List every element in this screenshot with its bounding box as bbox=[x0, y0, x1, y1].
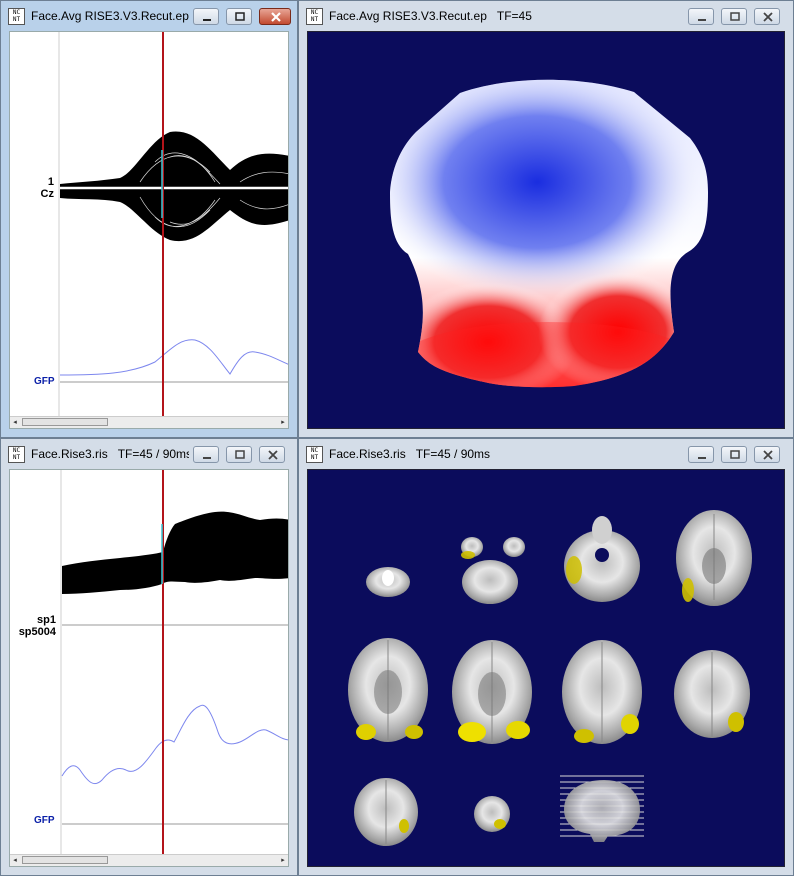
sagittal-slice bbox=[560, 775, 644, 842]
brain-slice-1 bbox=[366, 567, 410, 597]
window-title: Face.Rise3.risTF=45 / 90ms... bbox=[31, 447, 189, 461]
app-icon[interactable]: NC NT bbox=[8, 8, 25, 25]
window-title: Face.Avg RISE3.V3.Recut.ep TF=45 bbox=[329, 9, 532, 23]
minimize-icon bbox=[203, 457, 211, 459]
horizontal-scrollbar[interactable]: ◂ ▸ bbox=[10, 416, 288, 428]
maximize-icon bbox=[730, 12, 740, 21]
scalp-map-view[interactable] bbox=[307, 31, 785, 429]
close-icon bbox=[271, 12, 281, 22]
close-button[interactable] bbox=[259, 8, 291, 25]
close-icon bbox=[763, 450, 773, 460]
maximize-icon bbox=[235, 12, 245, 21]
scrollbar-thumb[interactable] bbox=[22, 856, 108, 864]
maximize-icon bbox=[235, 450, 245, 459]
title-bar[interactable]: NC NT Face.Rise3.ris TF=45 / 90ms bbox=[299, 439, 793, 467]
gfp-label: GFP bbox=[34, 376, 55, 387]
minimize-icon bbox=[698, 457, 706, 459]
brain-slices-window[interactable]: NC NT Face.Rise3.ris TF=45 / 90ms bbox=[298, 438, 794, 876]
minimize-button[interactable] bbox=[193, 8, 219, 25]
title-bar[interactable]: NCNT Face.Rise3.risTF=45 / 90ms... bbox=[1, 439, 297, 467]
track-label-1: sp1 bbox=[37, 614, 56, 626]
brain-slice-3 bbox=[564, 516, 640, 602]
horizontal-scrollbar[interactable]: ◂ ▸ bbox=[10, 854, 288, 866]
close-button[interactable] bbox=[754, 8, 780, 25]
tracks-plot[interactable] bbox=[10, 32, 289, 429]
window-title: Face.Rise3.ris TF=45 / 90ms bbox=[329, 447, 491, 461]
brain-slices-view[interactable] bbox=[307, 469, 785, 867]
close-icon bbox=[268, 450, 278, 460]
gfp-label: GFP bbox=[34, 815, 55, 826]
brain-slice-6 bbox=[452, 640, 532, 744]
close-button[interactable] bbox=[754, 446, 780, 463]
close-icon bbox=[763, 12, 773, 22]
scroll-right-icon[interactable]: ▸ bbox=[278, 856, 288, 865]
ris-tracks-window[interactable]: NCNT Face.Rise3.risTF=45 / 90ms... sp1 s… bbox=[0, 438, 298, 876]
scroll-left-icon[interactable]: ◂ bbox=[10, 418, 20, 427]
tracks-view[interactable]: sp1 sp5004 GFP ◂ ▸ bbox=[9, 469, 289, 867]
app-icon[interactable]: NC NT bbox=[306, 8, 323, 25]
brain-slice-7 bbox=[562, 640, 642, 744]
minimize-button[interactable] bbox=[688, 446, 714, 463]
brain-slices[interactable] bbox=[308, 470, 785, 867]
ris-tracks-envelope bbox=[62, 511, 288, 594]
app-icon[interactable]: NC NT bbox=[306, 446, 323, 463]
brain-slice-8 bbox=[674, 650, 750, 738]
minimize-icon bbox=[203, 19, 211, 21]
maximize-icon bbox=[730, 450, 740, 459]
maximize-button[interactable] bbox=[721, 446, 747, 463]
close-button[interactable] bbox=[259, 446, 285, 463]
scroll-right-icon[interactable]: ▸ bbox=[278, 418, 288, 427]
scalp-map-window[interactable]: NC NT Face.Avg RISE3.V3.Recut.ep TF=45 bbox=[298, 0, 794, 438]
minimize-button[interactable] bbox=[193, 446, 219, 463]
gfp-curve bbox=[59, 339, 288, 376]
scrollbar-thumb[interactable] bbox=[22, 418, 108, 426]
gfp-curve bbox=[61, 704, 288, 785]
tracks-plot[interactable] bbox=[10, 470, 289, 867]
maximize-button[interactable] bbox=[721, 8, 747, 25]
eeg-tracks-envelope bbox=[60, 131, 288, 242]
brain-slice-2 bbox=[461, 537, 525, 604]
track-label-1: 1 bbox=[47, 176, 54, 188]
scalp-surface bbox=[390, 79, 708, 388]
app-icon[interactable]: NC NT bbox=[8, 446, 25, 463]
window-title: Face.Avg RISE3.V3.Recut.ep ... bbox=[31, 9, 189, 23]
title-bar[interactable]: NC NT Face.Avg RISE3.V3.Recut.ep TF=45 bbox=[299, 1, 793, 29]
brain-slice-10 bbox=[474, 796, 510, 832]
brain-slice-9 bbox=[354, 778, 418, 846]
scroll-left-icon[interactable]: ◂ bbox=[10, 856, 20, 865]
title-bar[interactable]: NC NT Face.Avg RISE3.V3.Recut.ep ... bbox=[1, 1, 297, 29]
eeg-tracks-window[interactable]: NC NT Face.Avg RISE3.V3.Recut.ep ... 1 Cz… bbox=[0, 0, 298, 438]
maximize-button[interactable] bbox=[226, 446, 252, 463]
track-label-2: sp5004 bbox=[18, 626, 56, 638]
tracks-view[interactable]: 1 Cz GFP ◂ ▸ bbox=[9, 31, 289, 429]
minimize-button[interactable] bbox=[688, 8, 714, 25]
maximize-button[interactable] bbox=[226, 8, 252, 25]
minimize-icon bbox=[698, 19, 706, 21]
track-label-2: Cz bbox=[40, 188, 54, 200]
brain-slice-4 bbox=[676, 510, 752, 606]
scalp-map[interactable] bbox=[308, 32, 785, 429]
brain-slice-5 bbox=[348, 638, 428, 742]
